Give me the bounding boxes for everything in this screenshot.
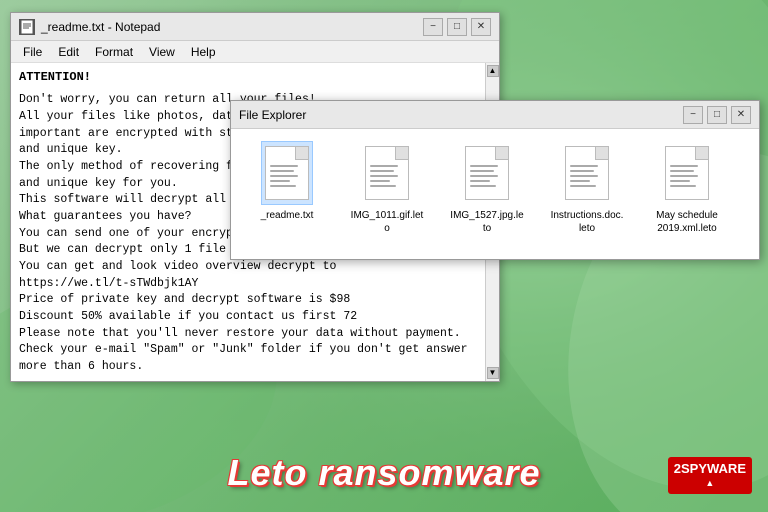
- notepad-title-bar: _readme.txt - Notepad − □ ✕: [11, 13, 499, 41]
- notepad-title: _readme.txt - Notepad: [41, 20, 423, 34]
- file-item[interactable]: _readme.txt: [247, 141, 327, 247]
- file-item[interactable]: Instructions.doc.leto: [547, 141, 627, 247]
- explorer-window[interactable]: File Explorer − □ ✕ _readme.txt IMG_1011.…: [230, 100, 760, 260]
- file-label: _readme.txt: [261, 209, 314, 222]
- close-button[interactable]: ✕: [471, 18, 491, 36]
- explorer-maximize-button[interactable]: □: [707, 106, 727, 124]
- file-label: IMG_1011.gif.leto: [350, 209, 425, 235]
- file-label: IMG_1527.jpg.leto: [450, 209, 525, 235]
- spyware-brand: 2SPYWARE: [674, 461, 746, 478]
- menu-format[interactable]: Format: [87, 43, 141, 61]
- explorer-controls: − □ ✕: [683, 106, 751, 124]
- notepad-icon: [19, 19, 35, 35]
- notepad-menu-bar: File Edit Format View Help: [11, 41, 499, 63]
- explorer-title-bar: File Explorer − □ ✕: [231, 101, 759, 129]
- file-label: Instructions.doc.leto: [550, 209, 625, 235]
- file-item[interactable]: IMG_1527.jpg.leto: [447, 141, 527, 247]
- file-item[interactable]: IMG_1011.gif.leto: [347, 141, 427, 247]
- spyware-suffix: ▲: [674, 478, 746, 490]
- explorer-file-list: _readme.txt IMG_1011.gif.leto IMG_1527.jpg…: [231, 129, 759, 259]
- window-controls: − □ ✕: [423, 18, 491, 36]
- minimize-button[interactable]: −: [423, 18, 443, 36]
- page-title: Leto ransomware: [227, 452, 540, 493]
- explorer-title: File Explorer: [239, 108, 683, 122]
- bottom-title-container: Leto ransomware: [0, 452, 768, 494]
- explorer-minimize-button[interactable]: −: [683, 106, 703, 124]
- menu-edit[interactable]: Edit: [50, 43, 87, 61]
- menu-help[interactable]: Help: [183, 43, 224, 61]
- menu-view[interactable]: View: [141, 43, 183, 61]
- maximize-button[interactable]: □: [447, 18, 467, 36]
- file-item[interactable]: May schedule 2019.xml.leto: [647, 141, 727, 247]
- menu-file[interactable]: File: [15, 43, 50, 61]
- file-label: May schedule 2019.xml.leto: [650, 209, 725, 235]
- explorer-close-button[interactable]: ✕: [731, 106, 751, 124]
- spyware-badge: 2SPYWARE ▲: [668, 457, 752, 494]
